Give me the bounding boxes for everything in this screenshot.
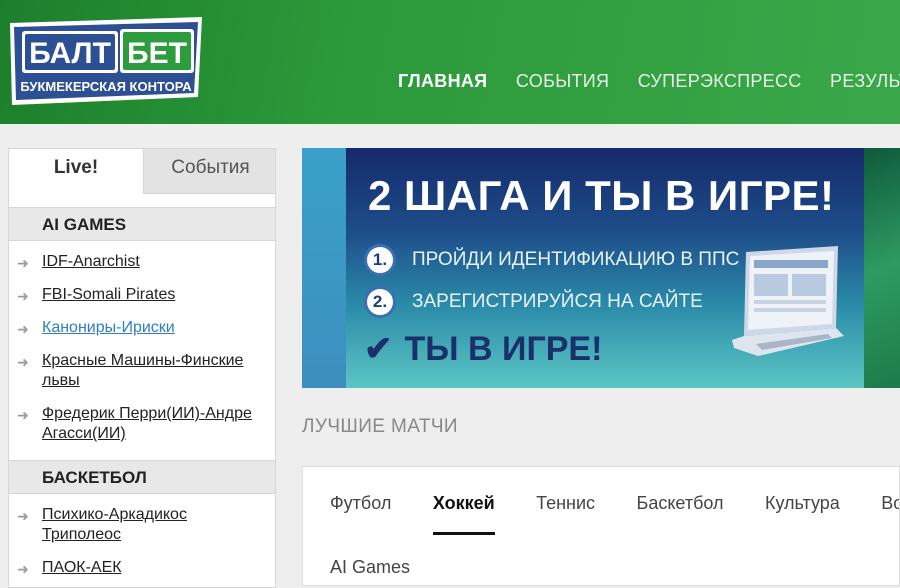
banner-right-strip (864, 148, 900, 388)
tab-culture[interactable]: Культура (765, 493, 840, 532)
promo-banner[interactable]: 2 ШАГА И ТЫ В ИГРЕ! 1. ПРОЙДИ ИДЕНТИФИКАЦ… (302, 148, 900, 388)
list-item[interactable]: ➜ Фредерик Перри(ИИ)-Андре Агасси(ИИ) (9, 404, 275, 444)
category-basketball[interactable]: БАСКЕТБОЛ (9, 460, 275, 494)
sub-category-label[interactable]: AI Games (330, 557, 410, 578)
nav-results[interactable]: РЕЗУЛЬТАТ (830, 71, 900, 92)
best-matches-title: ЛУЧШИЕ МАТЧИ (302, 416, 458, 437)
arrow-right-icon: ➜ (17, 508, 29, 524)
banner-step-1: 1. ПРОЙДИ ИДЕНТИФИКАЦИЮ В ППС (364, 244, 739, 276)
tab-football[interactable]: Футбол (330, 493, 391, 532)
list-item[interactable]: ➜ Красные Машины-Финские львы (9, 351, 275, 391)
tab-more[interactable]: Во (881, 493, 899, 532)
category-ai-games[interactable]: AI GAMES (9, 207, 275, 241)
sidebar-tabs: Live! События (9, 149, 275, 194)
list-item[interactable]: ➜ FBI-Somali Pirates (9, 285, 275, 305)
sidebar: Live! События AI GAMES ➜ IDF-Anarchist ➜… (8, 148, 276, 588)
step-number: 1. (364, 244, 396, 276)
banner-step-2: 2. ЗАРЕГИСТРИРУЙСЯ НА САЙТЕ (364, 286, 703, 318)
list-item[interactable]: ➜ Психико-Аркадикос Триполеос (9, 505, 275, 545)
nav-main[interactable]: ГЛАВНАЯ (398, 71, 487, 92)
baltbet-logo[interactable]: БАЛТ БЕТ БУКМЕКЕРСКАЯ КОНТОРА (8, 17, 204, 105)
arrow-right-icon: ➜ (17, 561, 29, 577)
sport-tabs: Футбол Хоккей Теннис Баскетбол Культура … (330, 493, 899, 535)
arrow-right-icon: ➜ (17, 321, 29, 337)
tab-events[interactable]: События (143, 149, 275, 194)
list-item[interactable]: ➜ Канониры-Ириски (9, 318, 275, 338)
main-nav: ГЛАВНАЯ СОБЫТИЯ СУПЕРЭКСПРЕСС РЕЗУЛЬТАТ (398, 71, 900, 92)
nav-superexpress[interactable]: СУПЕРЭКСПРЕСС (638, 71, 802, 92)
svg-text:БАЛТ: БАЛТ (29, 37, 111, 70)
banner-title: 2 ШАГА И ТЫ В ИГРЕ! (368, 172, 835, 219)
tab-basketball[interactable]: Баскетбол (637, 493, 724, 532)
nav-events[interactable]: СОБЫТИЯ (516, 71, 609, 92)
banner-left-strip (302, 148, 346, 388)
best-matches-panel: Футбол Хоккей Теннис Баскетбол Культура … (302, 466, 900, 586)
arrow-right-icon: ➜ (17, 288, 29, 304)
tab-live[interactable]: Live! (9, 149, 143, 194)
checkmark-icon: ✔ (364, 330, 393, 368)
tab-tennis[interactable]: Теннис (536, 493, 595, 532)
step-number: 2. (364, 286, 396, 318)
arrow-right-icon: ➜ (17, 354, 29, 370)
arrow-right-icon: ➜ (17, 255, 29, 271)
arrow-right-icon: ➜ (17, 407, 29, 423)
laptop-illustration (732, 246, 844, 356)
svg-text:БЕТ: БЕТ (127, 37, 187, 70)
site-header: БАЛТ БЕТ БУКМЕКЕРСКАЯ КОНТОРА ГЛАВНАЯ СО… (0, 0, 900, 124)
tab-hockey[interactable]: Хоккей (432, 493, 495, 535)
banner-final: ✔ ТЫ В ИГРЕ! (364, 330, 603, 368)
svg-text:БУКМЕКЕРСКАЯ КОНТОРА: БУКМЕКЕРСКАЯ КОНТОРА (20, 79, 192, 94)
list-item[interactable]: ➜ IDF-Anarchist (9, 252, 275, 272)
list-item[interactable]: ➜ ПАОК-АЕК (9, 558, 275, 578)
